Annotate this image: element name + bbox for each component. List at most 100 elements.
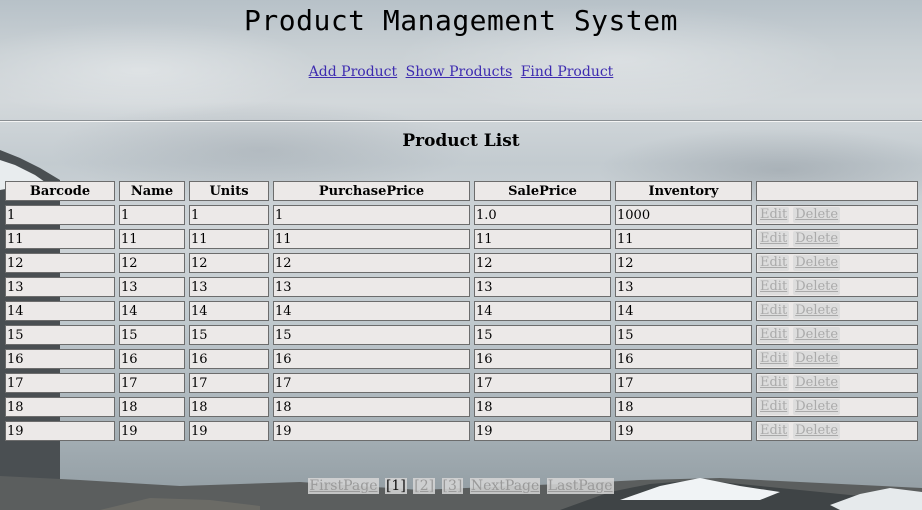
cell-barcode: 14 [5, 301, 115, 321]
cell-barcode: 12 [5, 253, 115, 273]
table-row: 18 18 18 18 18 18 Edit Delete [5, 397, 918, 417]
edit-button[interactable]: Edit [758, 423, 790, 439]
cell-sale-price: 16 [474, 349, 611, 369]
cell-name: 13 [119, 277, 185, 297]
cell-actions: Edit Delete [756, 397, 918, 417]
delete-button[interactable]: Delete [793, 303, 841, 319]
col-name: Name [119, 181, 185, 201]
edit-button[interactable]: Edit [758, 207, 790, 223]
table-row: 13 13 13 13 13 13 Edit Delete [5, 277, 918, 297]
table-row: 17 17 17 17 17 17 Edit Delete [5, 373, 918, 393]
cell-units: 11 [189, 229, 269, 249]
cell-sale-price: 14 [474, 301, 611, 321]
cell-name: 16 [119, 349, 185, 369]
first-page-link[interactable]: FirstPage [308, 478, 379, 494]
cell-inventory: 1000 [615, 205, 752, 225]
edit-button[interactable]: Edit [758, 231, 790, 247]
delete-button[interactable]: Delete [793, 255, 841, 271]
cell-purchase-price: 19 [273, 421, 470, 441]
cell-actions: Edit Delete [756, 277, 918, 297]
cell-actions: Edit Delete [756, 373, 918, 393]
cell-units: 15 [189, 325, 269, 345]
page-1-current: [1] [384, 478, 407, 494]
cell-inventory: 18 [615, 397, 752, 417]
delete-button[interactable]: Delete [793, 231, 841, 247]
table-row: 15 15 15 15 15 15 Edit Delete [5, 325, 918, 345]
nav-find-product[interactable]: Find Product [521, 64, 614, 80]
cell-inventory: 11 [615, 229, 752, 249]
delete-button[interactable]: Delete [793, 423, 841, 439]
cell-sale-price: 11 [474, 229, 611, 249]
edit-button[interactable]: Edit [758, 279, 790, 295]
cell-inventory: 19 [615, 421, 752, 441]
page-3-link[interactable]: [3] [441, 478, 464, 494]
last-page-link[interactable]: LastPage [546, 478, 614, 494]
delete-button[interactable]: Delete [793, 207, 841, 223]
edit-button[interactable]: Edit [758, 327, 790, 343]
col-inventory: Inventory [615, 181, 752, 201]
cell-inventory: 14 [615, 301, 752, 321]
cell-name: 15 [119, 325, 185, 345]
cell-sale-price: 13 [474, 277, 611, 297]
cell-actions: Edit Delete [756, 325, 918, 345]
cell-purchase-price: 13 [273, 277, 470, 297]
table-row: 14 14 14 14 14 14 Edit Delete [5, 301, 918, 321]
delete-button[interactable]: Delete [793, 375, 841, 391]
delete-button[interactable]: Delete [793, 327, 841, 343]
edit-button[interactable]: Edit [758, 399, 790, 415]
next-page-link[interactable]: NextPage [469, 478, 541, 494]
cell-units: 18 [189, 397, 269, 417]
cell-barcode: 15 [5, 325, 115, 345]
table-row: 16 16 16 16 16 16 Edit Delete [5, 349, 918, 369]
cell-inventory: 13 [615, 277, 752, 297]
cell-inventory: 17 [615, 373, 752, 393]
cell-purchase-price: 18 [273, 397, 470, 417]
cell-actions: Edit Delete [756, 205, 918, 225]
divider [0, 120, 922, 122]
cell-purchase-price: 15 [273, 325, 470, 345]
cell-actions: Edit Delete [756, 229, 918, 249]
cell-sale-price: 17 [474, 373, 611, 393]
edit-button[interactable]: Edit [758, 255, 790, 271]
cell-units: 1 [189, 205, 269, 225]
nav-show-products[interactable]: Show Products [406, 64, 513, 80]
cell-name: 1 [119, 205, 185, 225]
edit-button[interactable]: Edit [758, 351, 790, 367]
cell-barcode: 1 [5, 205, 115, 225]
cell-purchase-price: 1 [273, 205, 470, 225]
cell-units: 16 [189, 349, 269, 369]
cell-name: 17 [119, 373, 185, 393]
edit-button[interactable]: Edit [758, 375, 790, 391]
page-2-link[interactable]: [2] [413, 478, 436, 494]
cell-units: 14 [189, 301, 269, 321]
col-purchase-price: PurchasePrice [273, 181, 470, 201]
col-sale-price: SalePrice [474, 181, 611, 201]
delete-button[interactable]: Delete [793, 399, 841, 415]
cell-inventory: 16 [615, 349, 752, 369]
cell-barcode: 19 [5, 421, 115, 441]
cell-purchase-price: 12 [273, 253, 470, 273]
cell-actions: Edit Delete [756, 253, 918, 273]
pagination: FirstPage [1] [2] [3] NextPage LastPage [0, 478, 922, 494]
nav-add-product[interactable]: Add Product [309, 64, 397, 80]
edit-button[interactable]: Edit [758, 303, 790, 319]
cell-units: 17 [189, 373, 269, 393]
cell-purchase-price: 11 [273, 229, 470, 249]
top-nav: Add Product Show Products Find Product [0, 64, 922, 80]
table-row: 11 11 11 11 11 11 Edit Delete [5, 229, 918, 249]
delete-button[interactable]: Delete [793, 351, 841, 367]
product-table: Barcode Name Units PurchasePrice SalePri… [1, 177, 922, 445]
cell-actions: Edit Delete [756, 349, 918, 369]
product-list-title: Product List [402, 131, 520, 151]
cell-sale-price: 12 [474, 253, 611, 273]
cell-name: 19 [119, 421, 185, 441]
cell-units: 12 [189, 253, 269, 273]
delete-button[interactable]: Delete [793, 279, 841, 295]
cell-units: 19 [189, 421, 269, 441]
cell-inventory: 15 [615, 325, 752, 345]
cell-barcode: 17 [5, 373, 115, 393]
cell-purchase-price: 16 [273, 349, 470, 369]
cell-units: 13 [189, 277, 269, 297]
cell-purchase-price: 14 [273, 301, 470, 321]
table-row: 1 1 1 1 1.0 1000 Edit Delete [5, 205, 918, 225]
